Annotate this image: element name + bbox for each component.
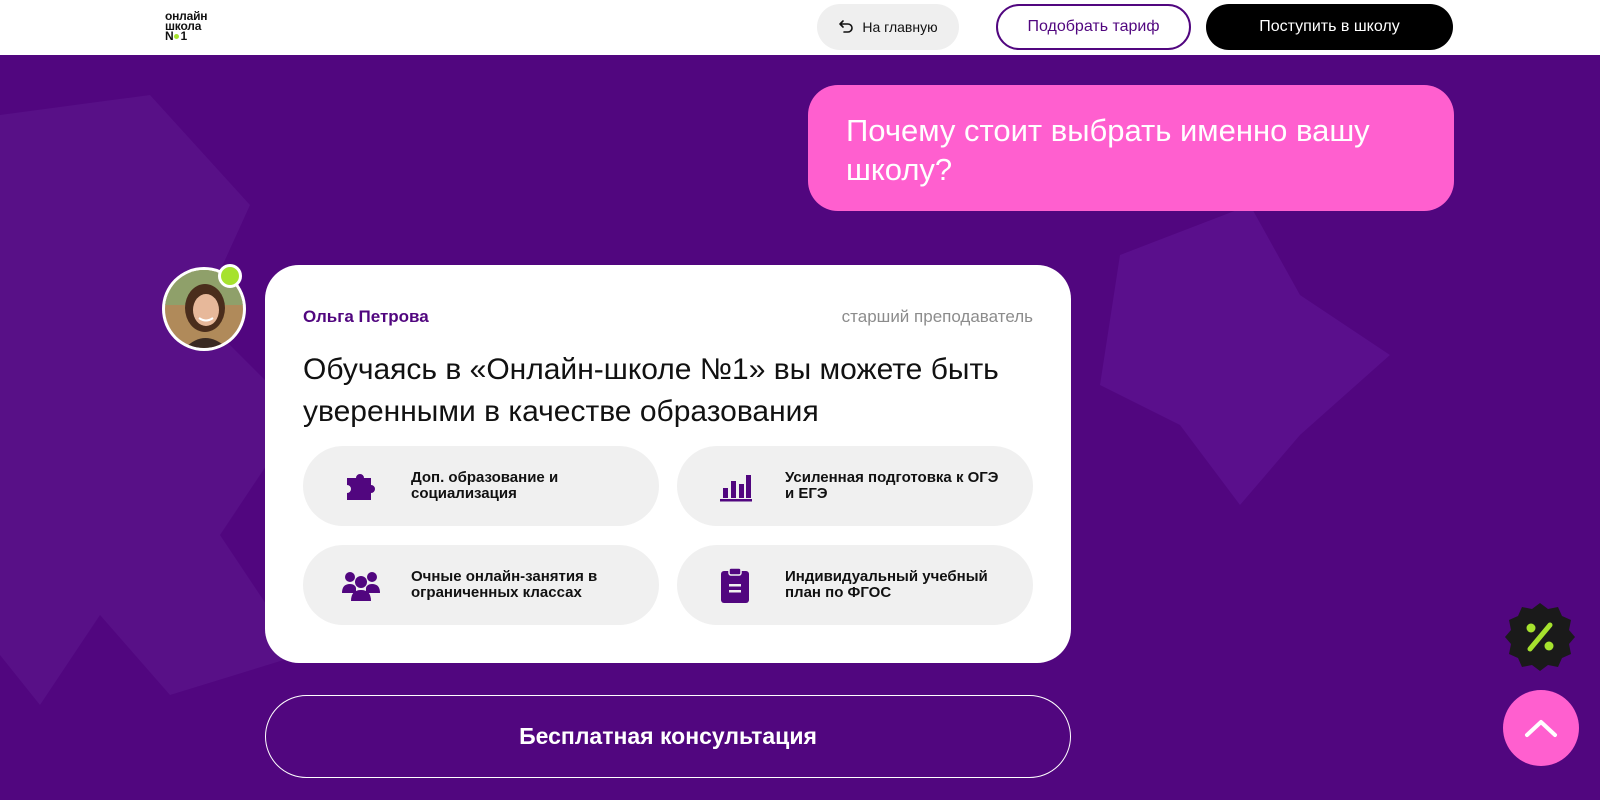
feature-label: Очные онлайн-занятия в ограниченных клас… [411, 568, 598, 601]
puzzle-icon [341, 466, 381, 506]
feature-exam-prep: Усиленная подготовка к ОГЭ и ЕГЭ [677, 446, 1033, 526]
teacher-name: Ольга Петрова [303, 307, 429, 326]
group-icon [341, 565, 381, 605]
feature-individual-plan: Индивидуальный учебный план по ФГОС [677, 545, 1033, 625]
free-consultation-button[interactable]: Бесплатная консультация [265, 695, 1071, 778]
question-bubble: Почему стоит выбрать именно вашу школу? [808, 85, 1454, 211]
school-logo[interactable]: онлайн школа N1 [165, 10, 208, 42]
teacher-answer-card: Ольга Петрова старший преподаватель Обуч… [265, 265, 1071, 663]
percent-icon [1505, 603, 1575, 671]
feature-extra-education: Доп. образование и социализация [303, 446, 659, 526]
answer-headline: Обучаясь в «Онлайн-школе №1» вы можете б… [303, 353, 999, 428]
online-status-indicator [218, 264, 242, 288]
scroll-to-top-button[interactable] [1503, 690, 1579, 766]
feature-label: Доп. образование и социализация [411, 469, 559, 502]
clipboard-icon [715, 565, 755, 605]
discount-badge-button[interactable] [1504, 601, 1576, 673]
bar-chart-icon [715, 466, 755, 506]
feature-small-classes: Очные онлайн-занятия в ограниченных клас… [303, 545, 659, 625]
return-arrow-icon [838, 18, 854, 37]
home-button-label: На главную [862, 19, 938, 35]
feature-label: Индивидуальный учебный план по ФГОС [785, 568, 988, 601]
chevron-up-icon [1525, 720, 1557, 737]
enroll-button[interactable]: Поступить в школу [1206, 4, 1453, 50]
feature-label: Усиленная подготовка к ОГЭ и ЕГЭ [785, 469, 999, 502]
top-navbar: онлайн школа N1 На главную Подобрать тар… [0, 0, 1600, 55]
teacher-avatar [162, 264, 246, 351]
teacher-role: старший преподаватель [841, 307, 1033, 326]
choose-tariff-button[interactable]: Подобрать тариф [996, 4, 1191, 50]
home-button[interactable]: На главную [817, 4, 959, 50]
